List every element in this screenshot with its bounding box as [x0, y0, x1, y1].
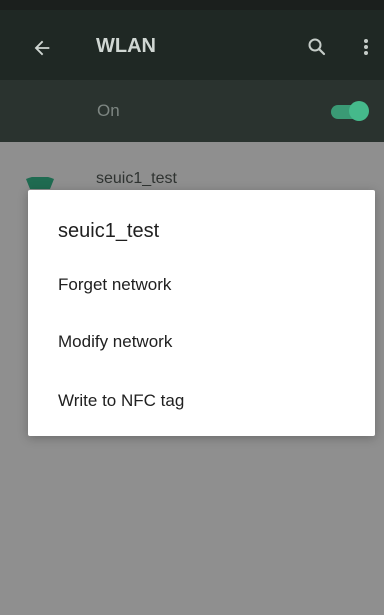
modify-network-label: Modify network — [58, 332, 173, 351]
app-bar: WLAN — [0, 10, 384, 80]
status-bar — [0, 0, 384, 10]
dialog-title: seuic1_test — [58, 220, 160, 242]
modify-network-option[interactable]: Modify network — [28, 318, 375, 364]
more-vert-icon[interactable] — [352, 30, 380, 64]
wlan-settings-screen: WLAN On seuic1_test seuic1_test Forget n… — [0, 0, 384, 615]
write-to-nfc-tag-option[interactable]: Write to NFC tag — [28, 377, 375, 423]
forget-network-option[interactable]: Forget network — [28, 261, 375, 307]
arrow-back-icon[interactable] — [25, 31, 59, 65]
wifi-master-toggle-row[interactable]: On — [0, 80, 384, 142]
forget-network-label: Forget network — [58, 275, 172, 294]
wifi-toggle-switch[interactable] — [331, 98, 371, 124]
write-to-nfc-tag-label: Write to NFC tag — [58, 391, 185, 410]
wifi-icon — [26, 176, 54, 189]
page-title: WLAN — [96, 35, 156, 57]
wifi-toggle-label: On — [97, 101, 120, 120]
search-icon[interactable] — [300, 30, 334, 64]
network-options-dialog: seuic1_test Forget network Modify networ… — [28, 190, 375, 436]
network-name: seuic1_test — [96, 170, 177, 187]
toggle-thumb — [349, 101, 369, 121]
